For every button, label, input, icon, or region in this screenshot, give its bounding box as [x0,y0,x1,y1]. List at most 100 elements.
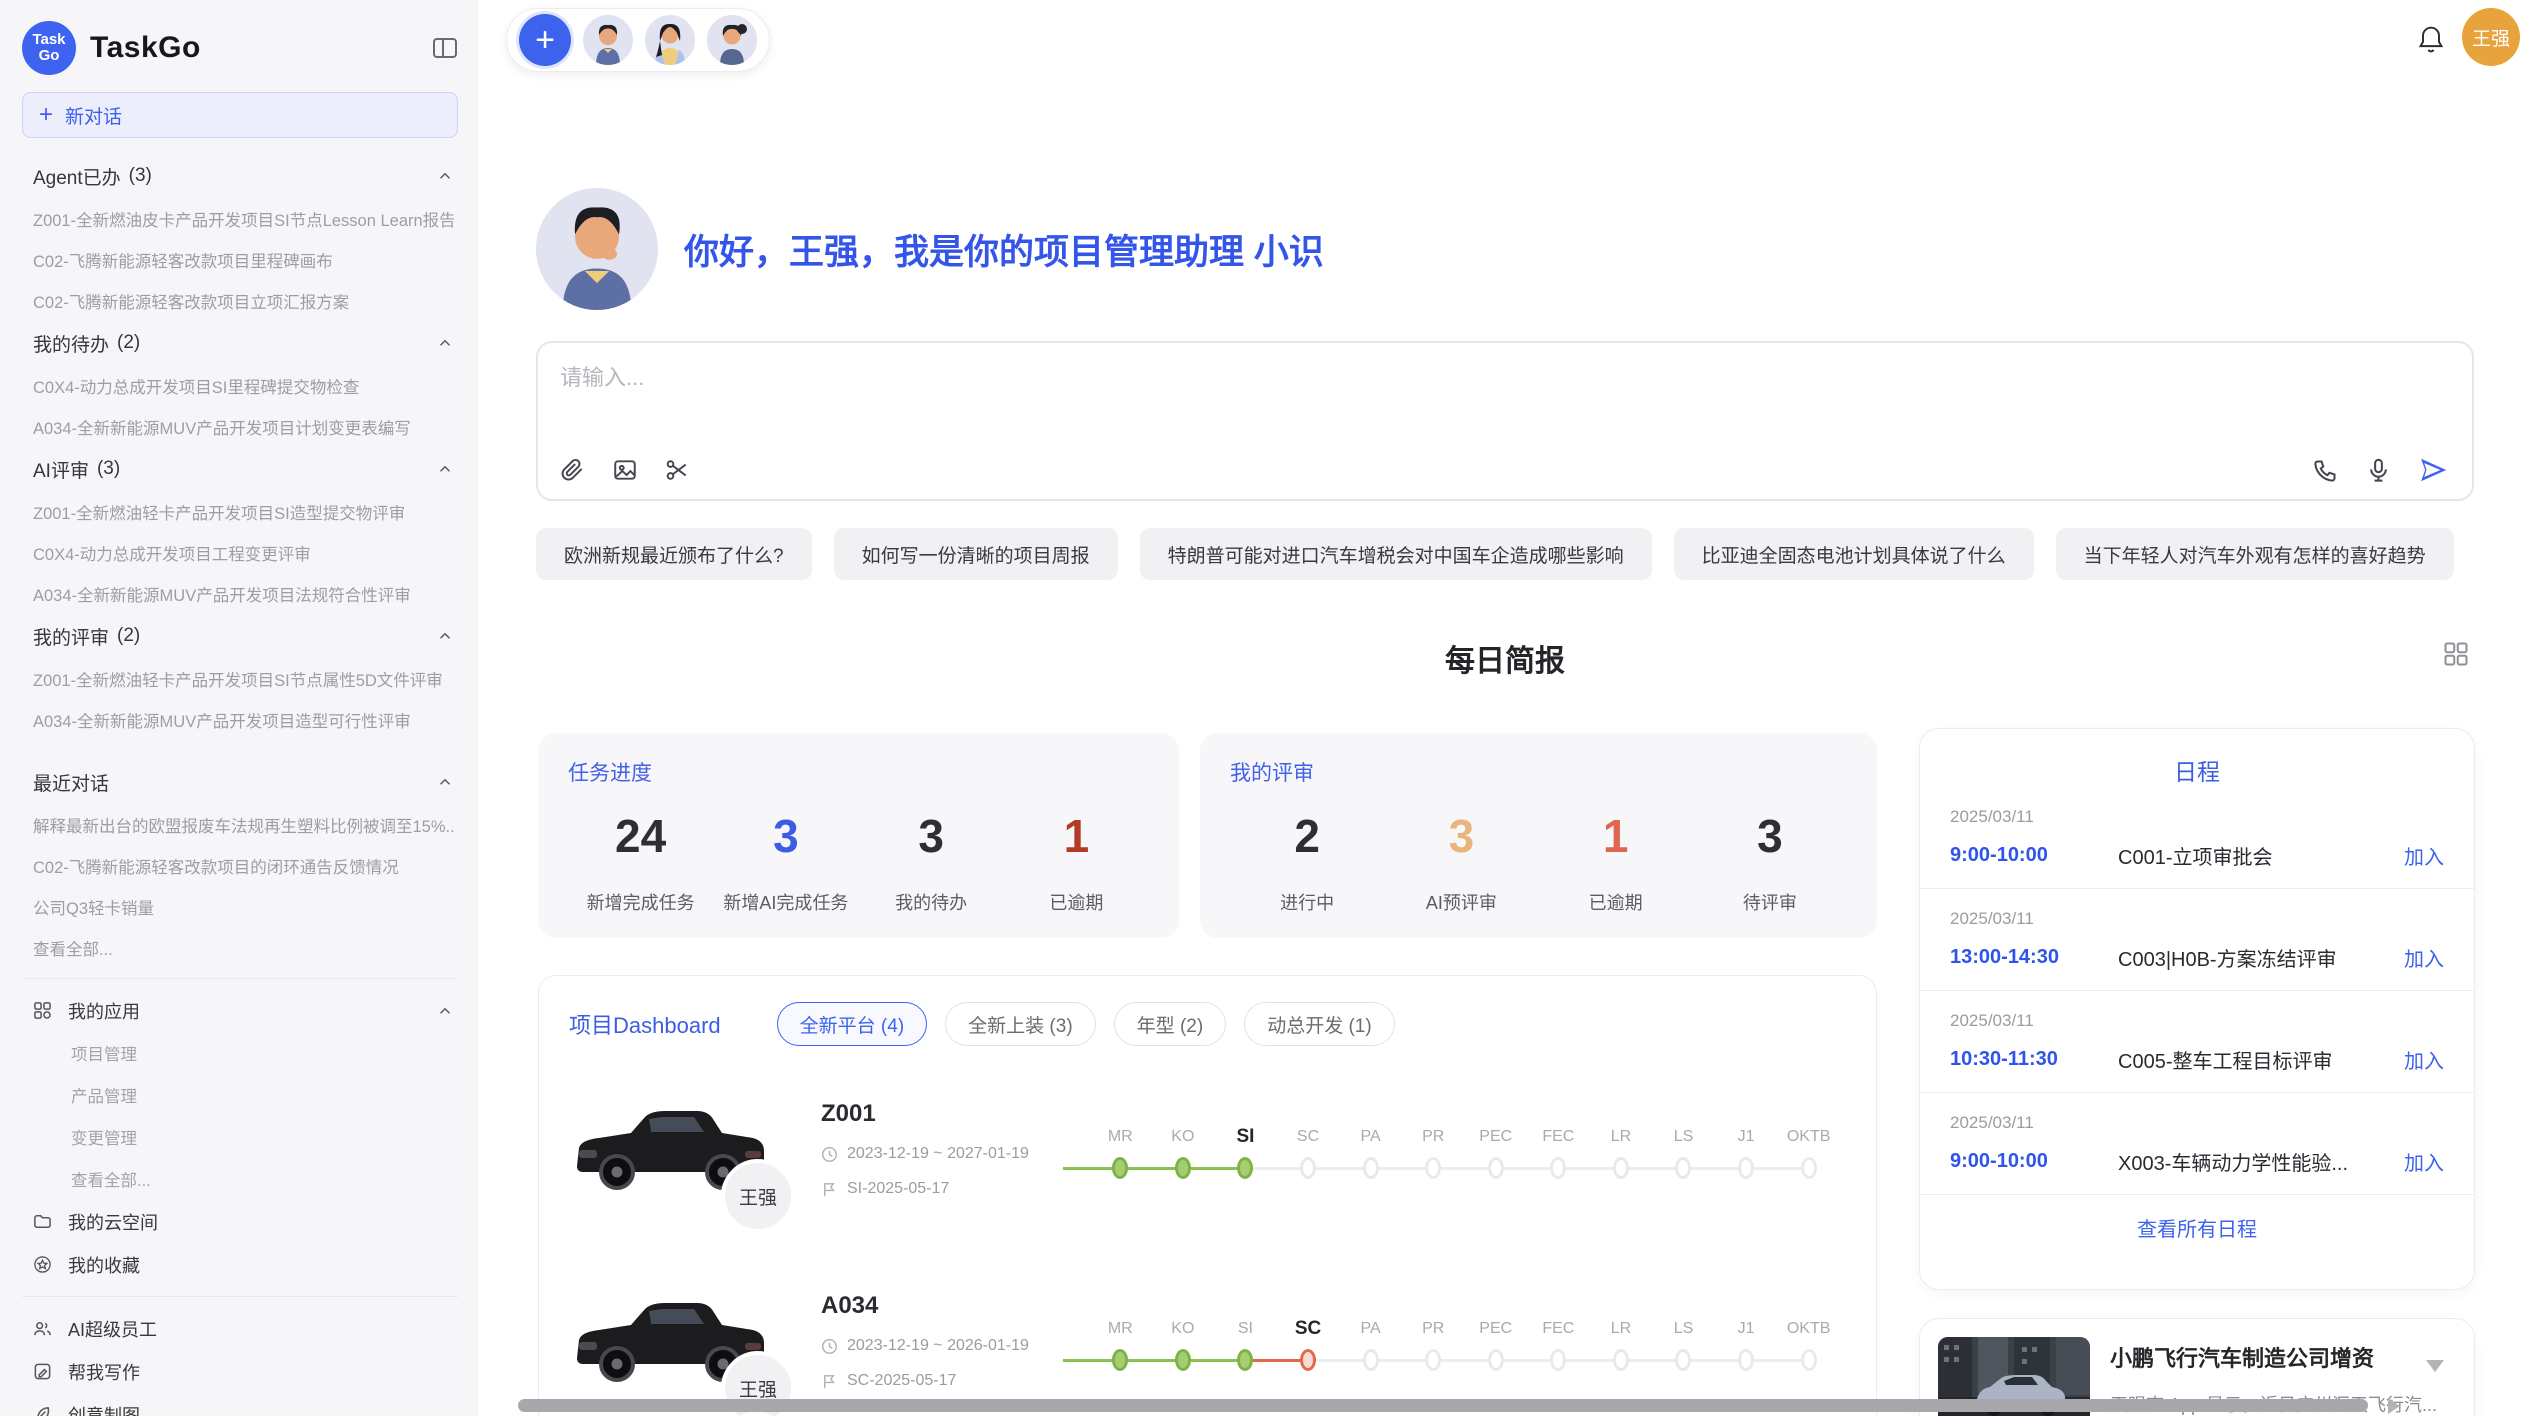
milestone-dot [1175,1349,1191,1371]
member-avatar-3[interactable] [707,15,757,65]
milestone-segment [1621,1167,1684,1170]
suggestion-chip[interactable]: 比亚迪全固态电池计划具体说了什么 [1674,528,2034,580]
add-member-button[interactable]: + [519,14,571,66]
sidebar-item[interactable]: A034-全新新能源MUV产品开发项目造型可行性评审 [22,699,458,740]
milestone-dot [1738,1157,1754,1179]
chevron-up-icon[interactable] [436,773,454,791]
milestone-segment [1496,1359,1559,1362]
phone-call-icon[interactable] [2312,457,2339,484]
schedule-view-all-link[interactable]: 查看所有日程 [1920,1195,2474,1260]
composer-toolbar [560,455,2448,485]
sidebar-item-cloud-space[interactable]: 我的云空间 [22,1200,458,1243]
event-join-link[interactable]: 加入 [2404,1147,2444,1176]
milestone-label: PR [1422,1119,1444,1155]
milestone-dot [1801,1157,1817,1179]
project-row-z001[interactable]: 王强 Z001 2023-12-19 ~ 2027-01-19 SI-2025-… [569,1060,1846,1238]
image-upload-icon[interactable] [612,457,638,483]
milestone-dot [1488,1349,1504,1371]
send-icon[interactable] [2418,455,2448,485]
member-avatar-1[interactable] [583,15,633,65]
milestone-track: MR KO SI [1089,1119,1840,1179]
app-subitem[interactable]: 产品管理 [22,1074,458,1116]
suggestion-chip[interactable]: 当下年轻人对汽车外观有怎样的喜好趋势 [2056,528,2454,580]
sidebar-item[interactable]: Z001-全新燃油皮卡产品开发项目SI节点Lesson Learn报告 [22,198,458,239]
sidebar-item[interactable]: A034-全新新能源MUV产品开发项目法规符合性评审 [22,573,458,614]
group-title: AI评审 [33,456,89,483]
stat-label: 已逾期 [1004,889,1149,915]
scissors-icon[interactable] [664,457,690,483]
milestone-cell: FEC [1527,1311,1590,1371]
sidebar-collapse-icon[interactable] [432,36,458,60]
group-title: 最近对话 [33,769,109,796]
member-avatar-2[interactable] [645,15,695,65]
sidebar-group-agent-done[interactable]: Agent已办 (3) [22,154,458,198]
recent-item[interactable]: 公司Q3轻卡销量 [22,886,458,927]
new-chat-button[interactable]: + 新对话 [22,92,458,138]
clock-icon [821,1338,838,1355]
filter-chip[interactable]: 动总开发 (1) [1244,1002,1395,1046]
attachment-icon[interactable] [560,457,586,483]
suggestion-chip[interactable]: 特朗普可能对进口汽车增税会对中国车企造成哪些影响 [1140,528,1652,580]
scroll-right-arrow-icon[interactable] [2388,1398,2400,1414]
suggestion-chip[interactable]: 欧洲新规最近颁布了什么? [536,528,812,580]
chevron-up-icon[interactable] [436,627,454,645]
sidebar-item[interactable]: C02-飞腾新能源轻客改款项目立项汇报方案 [22,280,458,321]
sidebar-item[interactable]: C0X4-动力总成开发项目SI里程碑提交物检查 [22,365,458,406]
stat-label: 已逾期 [1539,889,1693,915]
dashboard-filters: 全新平台 (4) 全新上装 (3) 年型 (2) 动总开发 (1) [777,1002,1395,1046]
daily-brief-title: 每日简报 [536,636,2474,680]
sidebar-item-my-apps[interactable]: 我的应用 [22,989,458,1032]
recent-item[interactable]: 查看全部... [22,927,458,968]
sidebar-item[interactable]: C02-飞腾新能源轻客改款项目里程碑画布 [22,239,458,280]
filter-chip[interactable]: 全新平台 (4) [777,1002,928,1046]
milestone-dot [1237,1349,1253,1371]
sidebar-group-ai-review[interactable]: AI评审 (3) [22,447,458,491]
sidebar-item-ai-super-staff[interactable]: AI超级员工 [22,1307,458,1350]
milestone-label: FEC [1542,1119,1574,1155]
chevron-up-icon[interactable] [436,460,454,478]
my-review-card: 我的评审 2 进行中 3 AI预评审 1 已逾期 3 [1200,733,1877,938]
milestone-segment [1308,1167,1371,1170]
chevron-up-icon[interactable] [436,334,454,352]
chat-input[interactable] [560,365,2450,391]
recent-item[interactable]: C02-飞腾新能源轻客改款项目的闭环通告反馈情况 [22,845,458,886]
sidebar-item[interactable]: Z001-全新燃油轻卡产品开发项目SI节点属性5D文件评审 [22,658,458,699]
sidebar-item[interactable]: Z001-全新燃油轻卡产品开发项目SI造型提交物评审 [22,491,458,532]
chevron-up-icon[interactable] [436,167,454,185]
group-items: Z001-全新燃油轻卡产品开发项目SI造型提交物评审C0X4-动力总成开发项目工… [22,491,458,614]
filter-chip[interactable]: 年型 (2) [1114,1002,1227,1046]
layout-grid-icon[interactable] [2442,640,2470,668]
sidebar-item[interactable]: C0X4-动力总成开发项目工程变更评审 [22,532,458,573]
app-subitem[interactable]: 变更管理 [22,1116,458,1158]
sidebar-header: Task Go TaskGo [22,16,458,80]
sidebar-group-my-review[interactable]: 我的评审 (2) [22,614,458,658]
horizontal-scrollbar[interactable] [518,1399,2368,1412]
chevron-up-icon[interactable] [436,1002,454,1020]
milestone-segment [1433,1359,1496,1362]
notification-bell-icon[interactable] [2416,24,2446,56]
app-subitem[interactable]: 项目管理 [22,1032,458,1074]
milestone-cell: SI [1214,1311,1277,1371]
event-join-link[interactable]: 加入 [2404,1045,2444,1074]
sidebar-group-recent[interactable]: 最近对话 [22,760,458,804]
assistant-avatar [536,188,658,310]
filter-chip[interactable]: 全新上装 (3) [945,1002,1096,1046]
user-avatar[interactable]: 王强 [2462,8,2520,66]
sidebar-item-favorites[interactable]: 我的收藏 [22,1243,458,1286]
event-join-link[interactable]: 加入 [2404,943,2444,972]
sidebar-item-creative-drawing[interactable]: 创意制图 [22,1393,458,1416]
milestone-label: FEC [1542,1311,1574,1347]
scroll-down-arrow-icon[interactable] [2426,1360,2444,1372]
sidebar-group-my-todo[interactable]: 我的待办 (2) [22,321,458,365]
app-subitem[interactable]: 查看全部... [22,1158,458,1200]
project-row-a034[interactable]: 王强 A034 2023-12-19 ~ 2026-01-19 SC-2025-… [569,1252,1846,1416]
event-join-link[interactable]: 加入 [2404,841,2444,870]
suggestion-chip[interactable]: 如何写一份清晰的项目周报 [834,528,1118,580]
recent-item[interactable]: 解释最新出台的欧盟报废车法规再生塑料比例被调至15%... [22,804,458,845]
microphone-icon[interactable] [2365,457,2392,484]
milestone-label: SI [1238,1311,1253,1347]
project-owner-badge: 王强 [721,1159,795,1233]
sidebar-item-help-me-write[interactable]: 帮我写作 [22,1350,458,1393]
sidebar-item[interactable]: A034-全新新能源MUV产品开发项目计划变更表编写 [22,406,458,447]
milestone-segment [1371,1359,1434,1362]
